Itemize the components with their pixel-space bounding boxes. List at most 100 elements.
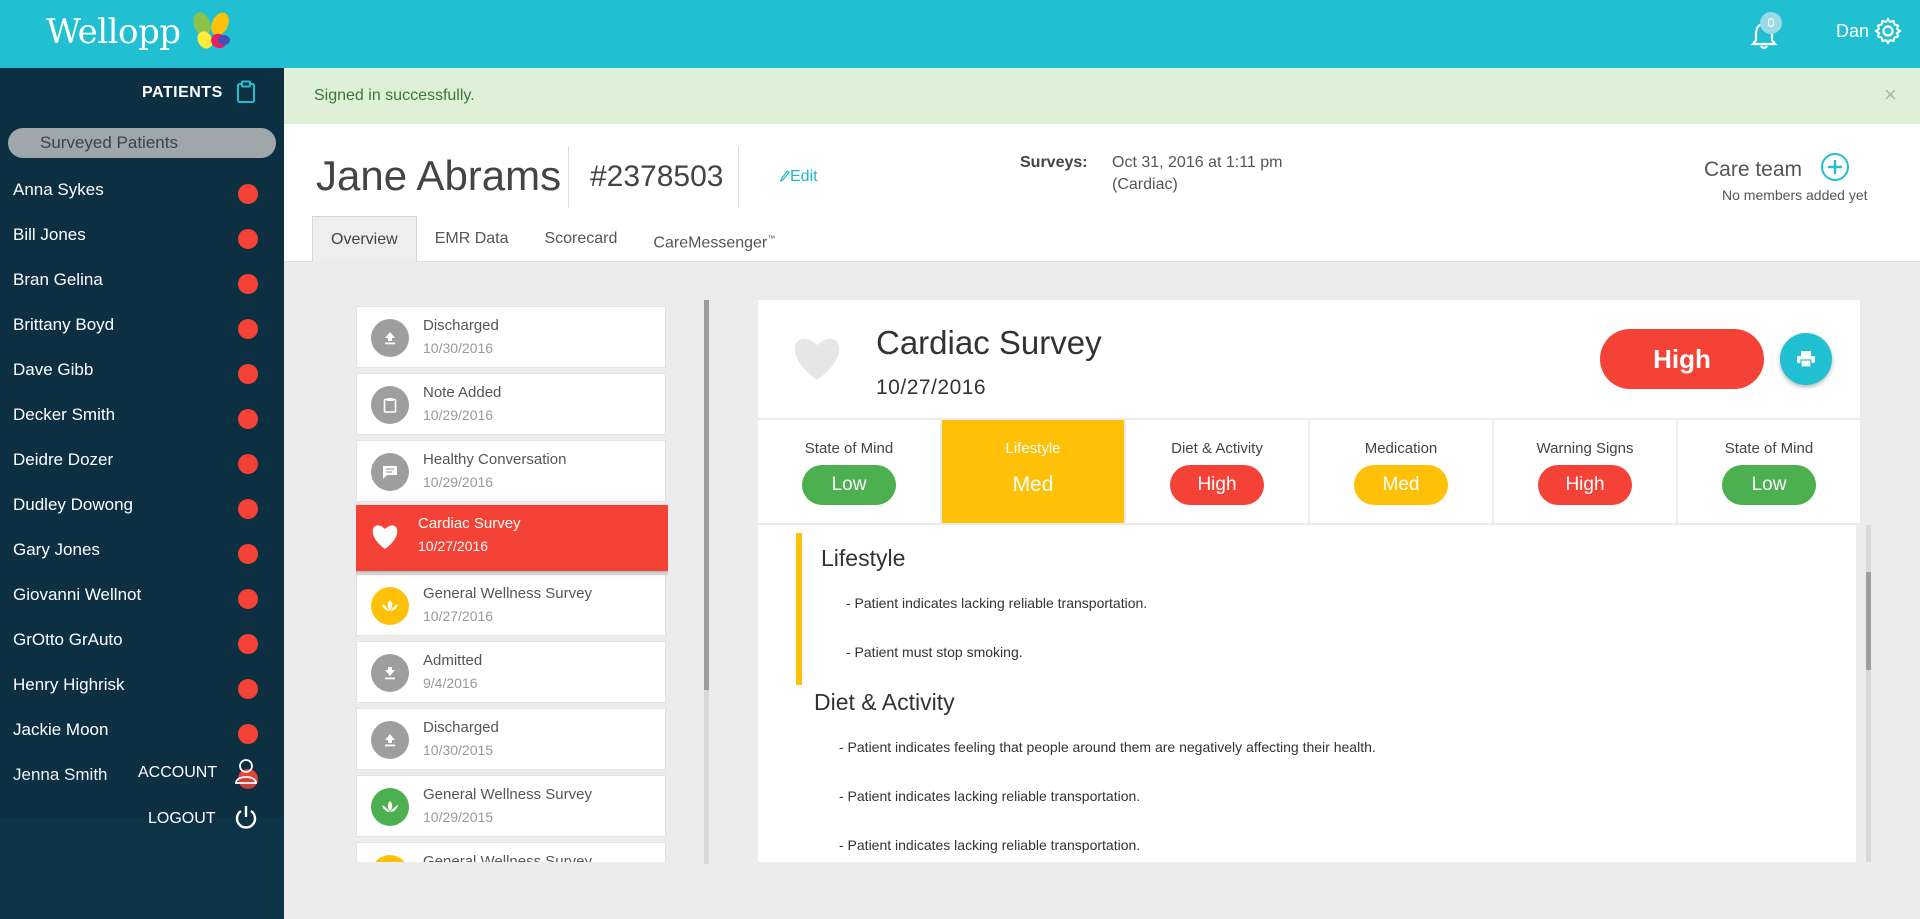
timeline-item-date: 10/27/2016 bbox=[423, 608, 494, 624]
patient-id: #2378503 bbox=[590, 160, 724, 193]
risk-status-dot bbox=[238, 454, 258, 474]
category-level-pill: Low bbox=[1722, 465, 1816, 505]
section-item: - Patient indicates feeling that people … bbox=[839, 739, 1376, 755]
risk-category-cards: State of Mind Low Lifestyle Med Diet & A… bbox=[758, 420, 1860, 523]
category-card-lifestyle[interactable]: Lifestyle Med bbox=[942, 420, 1124, 523]
category-label: Medication bbox=[1364, 440, 1438, 457]
divider bbox=[738, 146, 739, 208]
surveys-label: Surveys: bbox=[1020, 154, 1088, 171]
sidebar-footer bbox=[0, 818, 284, 919]
timeline-item[interactable]: Discharged 10/30/2016 bbox=[356, 306, 666, 368]
clipboard-icon bbox=[383, 398, 397, 413]
patient-header: Jane Abrams #2378503 Edit Surveys: Oct 3… bbox=[284, 124, 1920, 262]
patient-name: Jackie Moon bbox=[13, 720, 109, 739]
timeline-item[interactable]: Note Added 10/29/2016 bbox=[356, 373, 666, 435]
timeline-item[interactable]: Healthy Conversation 10/29/2016 bbox=[356, 440, 666, 502]
brand-logo[interactable]: Wellopp bbox=[46, 10, 235, 54]
tab-caremessenger[interactable]: CareMessenger™ bbox=[635, 216, 793, 262]
patient-name: Giovanni Wellnot bbox=[13, 585, 142, 604]
section-item: - Patient indicates lacking reliable tra… bbox=[839, 788, 1141, 804]
tab-overview[interactable]: Overview bbox=[312, 216, 417, 262]
patient-list-item[interactable]: Giovanni Wellnot bbox=[0, 573, 284, 618]
patient-name: Dudley Dowong bbox=[13, 495, 134, 514]
edit-patient-link[interactable]: Edit bbox=[780, 168, 818, 186]
patient-name: GrOtto GrAuto bbox=[13, 630, 123, 649]
patient-list-item[interactable]: Henry Highrisk bbox=[0, 663, 284, 708]
lifestyle-highlight-bar bbox=[796, 533, 802, 685]
overall-risk-badge: High bbox=[1600, 329, 1764, 389]
print-button[interactable] bbox=[1780, 333, 1832, 385]
risk-status-dot bbox=[238, 229, 258, 249]
patient-list-item[interactable]: Dave Gibb bbox=[0, 348, 284, 393]
gear-icon[interactable] bbox=[1874, 17, 1902, 45]
add-care-team-member-icon[interactable] bbox=[1820, 152, 1850, 182]
category-card-state-of-mind[interactable]: State of Mind Low bbox=[1678, 420, 1860, 523]
survey-title: Cardiac Survey bbox=[876, 324, 1102, 361]
heart-icon bbox=[372, 525, 398, 549]
power-icon[interactable] bbox=[235, 805, 257, 829]
category-label: Warning Signs bbox=[1536, 440, 1634, 457]
notification-count-badge: 0 bbox=[1760, 12, 1782, 34]
patient-list-item[interactable]: GrOtto GrAuto bbox=[0, 618, 284, 663]
clipboard-icon[interactable] bbox=[236, 80, 256, 104]
risk-status-dot bbox=[238, 319, 258, 339]
butterfly-logo-icon bbox=[192, 12, 230, 49]
patient-list-item[interactable]: Dudley Dowong bbox=[0, 483, 284, 528]
category-label: Diet & Activity bbox=[1171, 440, 1263, 457]
patient-list-item[interactable]: Deidre Dozer bbox=[0, 438, 284, 483]
timeline-item[interactable]: General Wellness Survey bbox=[356, 842, 666, 862]
category-card-medication[interactable]: Medication Med bbox=[1310, 420, 1492, 523]
patient-list-item[interactable]: Decker Smith bbox=[0, 393, 284, 438]
timeline-item-date: 10/29/2015 bbox=[423, 809, 494, 825]
logout-link[interactable]: LOGOUT bbox=[148, 810, 216, 828]
timeline-item-title: Healthy Conversation bbox=[423, 451, 567, 468]
category-level-pill: Low bbox=[802, 465, 896, 505]
timeline-item[interactable]: General Wellness Survey 10/29/2015 bbox=[356, 775, 666, 837]
timeline-icon-badge bbox=[371, 721, 409, 759]
patient-name: Jenna Smith bbox=[13, 765, 108, 784]
timeline-icon-badge bbox=[371, 855, 409, 862]
category-card-state-of-mind[interactable]: State of Mind Low bbox=[758, 420, 940, 523]
patient-list-item[interactable]: Jackie Moon bbox=[0, 708, 284, 753]
tab-emr-data[interactable]: EMR Data bbox=[417, 216, 527, 262]
user-icon[interactable] bbox=[234, 758, 258, 784]
survey-date: 10/27/2016 bbox=[876, 376, 987, 399]
patient-list-item[interactable]: Bran Gelina bbox=[0, 258, 284, 303]
latest-survey-date[interactable]: Oct 31, 2016 at 1:11 pm bbox=[1112, 154, 1282, 172]
trademark-mark: ™ bbox=[767, 234, 776, 243]
tab-scorecard[interactable]: Scorecard bbox=[526, 216, 635, 262]
category-label: State of Mind bbox=[1724, 440, 1814, 457]
timeline-icon-badge bbox=[371, 654, 409, 692]
category-level-pill: High bbox=[1538, 465, 1632, 505]
timeline-item-date: 10/30/2016 bbox=[423, 340, 494, 356]
alert-close-button[interactable]: × bbox=[1884, 82, 1897, 108]
category-card-diet-activity[interactable]: Diet & Activity High bbox=[1126, 420, 1308, 523]
care-team-empty-text: No members added yet bbox=[1722, 187, 1868, 203]
patient-name: Gary Jones bbox=[13, 540, 100, 559]
timeline-item[interactable]: Discharged 10/30/2015 bbox=[356, 708, 666, 770]
timeline-icon-badge bbox=[371, 788, 409, 826]
upload-icon bbox=[385, 734, 395, 747]
details-scrollbar-thumb[interactable] bbox=[1866, 572, 1871, 670]
user-name[interactable]: Dan bbox=[1836, 21, 1869, 42]
care-team-label: Care team bbox=[1704, 158, 1803, 181]
risk-status-dot bbox=[238, 499, 258, 519]
patient-list-item[interactable]: Anna Sykes bbox=[0, 168, 284, 213]
patient-list-item[interactable]: Gary Jones bbox=[0, 528, 284, 573]
timeline-scrollbar-thumb[interactable] bbox=[704, 300, 709, 690]
patient-list-item[interactable]: Bill Jones bbox=[0, 213, 284, 258]
timeline-item[interactable]: Admitted 9/4/2016 bbox=[356, 641, 666, 703]
category-card-warning-signs[interactable]: Warning Signs High bbox=[1494, 420, 1676, 523]
patient-list-item[interactable]: Brittany Boyd bbox=[0, 303, 284, 348]
timeline-item-date: 10/29/2016 bbox=[423, 474, 494, 490]
timeline-icon-badge bbox=[371, 319, 409, 357]
timeline-item[interactable]: General Wellness Survey 10/27/2016 bbox=[356, 574, 666, 636]
risk-status-dot bbox=[238, 544, 258, 564]
timeline-item-selected[interactable]: Cardiac Survey 10/27/2016 bbox=[356, 505, 668, 571]
risk-status-dot bbox=[238, 409, 258, 429]
survey-details-panel: Lifestyle - Patient indicates lacking re… bbox=[758, 525, 1856, 862]
patient-name-title: Jane Abrams bbox=[316, 152, 562, 199]
patient-name: Brittany Boyd bbox=[13, 315, 115, 334]
account-link[interactable]: ACCOUNT bbox=[138, 764, 217, 782]
patient-search-input[interactable] bbox=[8, 128, 276, 158]
